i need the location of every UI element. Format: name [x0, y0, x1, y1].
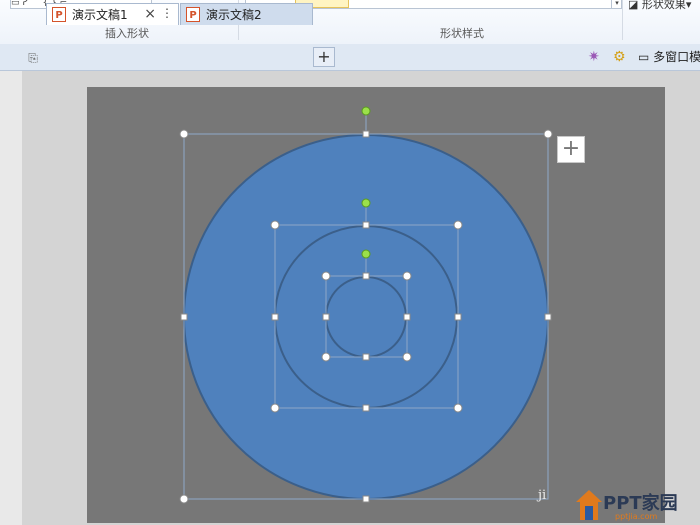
resize-handle[interactable]: [362, 130, 370, 138]
resize-handle[interactable]: [402, 352, 412, 362]
resize-handle[interactable]: [362, 272, 370, 280]
resize-handle[interactable]: [543, 129, 553, 139]
resize-handle[interactable]: [402, 271, 412, 281]
quick-add-button[interactable]: +: [557, 136, 585, 163]
house-icon: [576, 490, 602, 520]
resize-handle[interactable]: [271, 313, 279, 321]
resize-handle[interactable]: [362, 221, 370, 229]
resize-handle[interactable]: [179, 494, 189, 504]
brand-site: pptjia.com: [615, 512, 658, 521]
resize-handle[interactable]: [544, 313, 552, 321]
resize-handle[interactable]: [453, 403, 463, 413]
resize-handle[interactable]: [362, 495, 370, 503]
resize-handle[interactable]: [180, 313, 188, 321]
resize-handle[interactable]: [362, 353, 370, 361]
resize-handle[interactable]: [321, 352, 331, 362]
resize-handle[interactable]: [453, 220, 463, 230]
rotation-handle[interactable]: [361, 198, 371, 208]
resize-handle[interactable]: [362, 404, 370, 412]
resize-handle[interactable]: [403, 313, 411, 321]
resize-handle[interactable]: [321, 271, 331, 281]
resize-handle[interactable]: [322, 313, 330, 321]
rotation-handle[interactable]: [361, 106, 371, 116]
shape-layer: [179, 106, 553, 504]
resize-handle[interactable]: [179, 129, 189, 139]
rotation-handle[interactable]: [361, 249, 371, 259]
resize-handle[interactable]: [270, 403, 280, 413]
watermark-corner: ji: [538, 488, 547, 503]
resize-handle[interactable]: [454, 313, 462, 321]
resize-handle[interactable]: [270, 220, 280, 230]
brand-logo: PPT家园 pptjia.com: [575, 484, 700, 525]
small-circle-shape[interactable]: [325, 276, 407, 358]
